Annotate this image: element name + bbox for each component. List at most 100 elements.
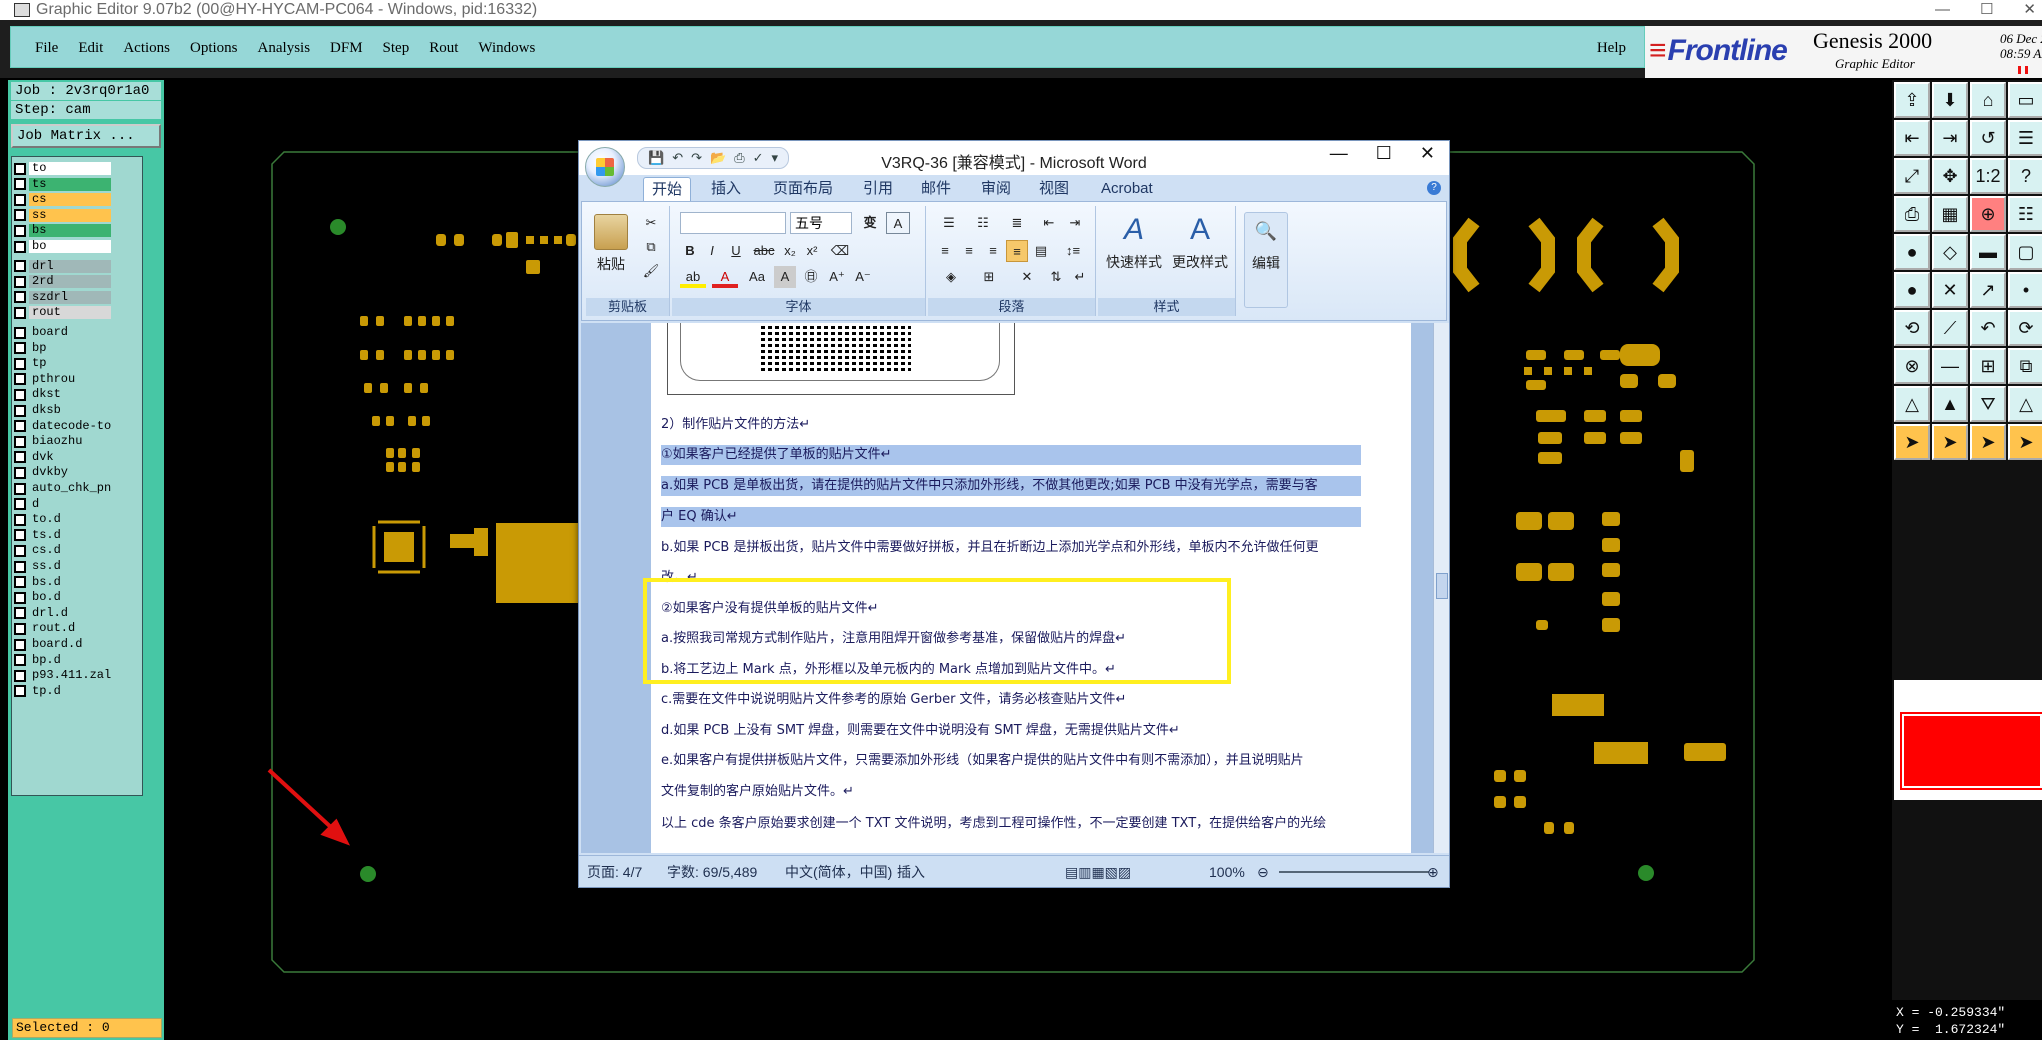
format-painter-icon[interactable]: 🖌: [640, 260, 662, 282]
route-icon[interactable]: ↗: [1970, 272, 2006, 308]
layer-name[interactable]: cs.d: [29, 544, 111, 558]
grow-font-icon[interactable]: A⁺: [826, 266, 848, 288]
doc-line[interactable]: e.如果客户有提供拼板贴片文件，只需要添加外形线（如果客户提供的贴片文件中有则不…: [661, 751, 1361, 771]
layer-checkbox[interactable]: [14, 357, 26, 370]
menu-step[interactable]: Step: [373, 27, 420, 69]
distribute-icon[interactable]: ▤: [1030, 240, 1052, 262]
layer-checkbox[interactable]: [14, 591, 26, 604]
layer-row[interactable]: bs.d: [14, 575, 140, 590]
zoom-icon[interactable]: ⤢: [1894, 158, 1930, 194]
align-center-icon[interactable]: ≡: [958, 240, 980, 262]
cut-icon[interactable]: ✂: [640, 212, 662, 234]
layer-row[interactable]: drl: [14, 259, 140, 274]
save-icon[interactable]: ⬇: [1932, 82, 1968, 118]
home-icon[interactable]: ⌂: [1970, 82, 2006, 118]
layer-row[interactable]: auto_chk_pn: [14, 481, 140, 496]
shading-icon[interactable]: ◈: [934, 266, 968, 288]
layer-checkbox[interactable]: [14, 466, 26, 479]
office-button[interactable]: [585, 147, 625, 187]
layer-checkbox[interactable]: [14, 373, 26, 386]
edge-icon[interactable]: ⟋: [1932, 310, 1968, 346]
doc-line[interactable]: b.如果 PCB 是拼板出货，贴片文件中需要做好拼板，并且在折断边上添加光学点和…: [661, 538, 1361, 558]
layer-checkbox[interactable]: [14, 193, 26, 206]
node-icon[interactable]: •: [2008, 272, 2042, 308]
help-icon[interactable]: ?: [2008, 158, 2042, 194]
minimize-button[interactable]: —: [1935, 0, 1950, 20]
language-status[interactable]: 中文(简体，中国): [785, 856, 892, 888]
redraw-icon[interactable]: ⟳: [2008, 310, 2042, 346]
menu-edit[interactable]: Edit: [68, 27, 113, 69]
layer-checkbox[interactable]: [14, 451, 26, 464]
underline-icon[interactable]: U: [724, 240, 748, 262]
layer-row[interactable]: dkst: [14, 387, 140, 402]
doc-line[interactable]: 文件复制的客户原始贴片文件。↵: [661, 782, 1361, 802]
font-size-box[interactable]: 五号: [790, 212, 852, 234]
layer-name[interactable]: rout: [29, 306, 111, 320]
show-marks-icon[interactable]: ↵: [1070, 266, 1090, 288]
layer-checkbox[interactable]: [14, 162, 26, 175]
layer-row[interactable]: ss.d: [14, 559, 140, 574]
box-icon[interactable]: ▢: [2008, 234, 2042, 270]
superscript-icon[interactable]: x²: [802, 240, 822, 262]
circle-icon[interactable]: ●: [1894, 234, 1930, 270]
layer-checkbox[interactable]: [14, 576, 26, 589]
layer-name[interactable]: bo: [29, 240, 111, 253]
layer-row[interactable]: d: [14, 497, 140, 512]
layer-row[interactable]: board: [14, 325, 140, 340]
tab-home[interactable]: 开始: [643, 177, 692, 201]
frame-icon[interactable]: ⊞: [1970, 348, 2006, 384]
layer-name[interactable]: to.d: [29, 513, 111, 527]
layer-checkbox[interactable]: [14, 326, 26, 339]
next-icon[interactable]: ⇥: [1932, 120, 1968, 156]
layer-row[interactable]: ss: [14, 208, 140, 223]
layer-name[interactable]: d: [29, 497, 111, 511]
layer-row[interactable]: ts.d: [14, 528, 140, 543]
multilevel-icon[interactable]: ≣: [1002, 212, 1032, 234]
tab-insert[interactable]: 插入: [703, 177, 749, 201]
menu-help[interactable]: Help: [1597, 27, 1626, 69]
justify-icon[interactable]: ≡: [1006, 240, 1028, 262]
layer-name[interactable]: ss: [29, 208, 111, 222]
font-color-icon[interactable]: A: [712, 266, 738, 288]
cross-icon[interactable]: ✕: [1932, 272, 1968, 308]
pad-icon[interactable]: ●: [1894, 272, 1930, 308]
ratio-icon[interactable]: 1:2: [1970, 158, 2006, 194]
increase-indent-icon[interactable]: ⇥: [1064, 212, 1086, 234]
layer-row[interactable]: p93.411.zal: [14, 668, 140, 683]
layer-name[interactable]: biaozhu: [29, 435, 111, 449]
layer-row[interactable]: cs.d: [14, 543, 140, 558]
layer-name[interactable]: auto_chk_pn: [29, 482, 111, 495]
subscript-icon[interactable]: x₂: [780, 240, 800, 262]
layer-name[interactable]: bs.d: [29, 575, 111, 589]
arc-icon[interactable]: ⟲: [1894, 310, 1930, 346]
shape-icon[interactable]: ◇: [1932, 234, 1968, 270]
layer-name[interactable]: bs: [29, 224, 111, 238]
layer-name[interactable]: ts: [29, 177, 111, 191]
menu-dfm[interactable]: DFM: [320, 27, 373, 69]
italic-icon[interactable]: I: [702, 240, 722, 262]
job-matrix-button[interactable]: Job Matrix ...: [11, 124, 161, 148]
cursor3-icon[interactable]: ➤: [1970, 424, 2006, 460]
align-left-icon[interactable]: ≡: [934, 240, 956, 262]
layer-name[interactable]: board: [29, 326, 111, 339]
layer-row[interactable]: tp: [14, 356, 140, 371]
highlight-icon[interactable]: ab: [680, 266, 706, 288]
word-count[interactable]: 字数: 69/5,489: [667, 856, 757, 888]
layer-row[interactable]: 2rd: [14, 274, 140, 289]
layer-name[interactable]: dvkby: [29, 466, 111, 480]
layer-name[interactable]: to: [29, 162, 111, 175]
menu-windows[interactable]: Windows: [468, 27, 545, 69]
pan-icon[interactable]: ✥: [1932, 158, 1968, 194]
layer-row[interactable]: ts: [14, 177, 140, 192]
layer-row[interactable]: cs: [14, 192, 140, 207]
chinese-layout-icon[interactable]: ✕: [1012, 266, 1042, 288]
page-count[interactable]: 页面: 4/7: [587, 856, 642, 888]
layer-name[interactable]: 2rd: [29, 275, 111, 289]
layer-checkbox[interactable]: [14, 669, 26, 682]
layer-name[interactable]: p93.411.zal: [29, 669, 111, 683]
layer-row[interactable]: dvkby: [14, 465, 140, 480]
tab-view[interactable]: 视图: [1031, 177, 1077, 201]
menu-analysis[interactable]: Analysis: [248, 27, 321, 69]
close-button[interactable]: ✕: [2023, 0, 2036, 20]
layer-checkbox[interactable]: [14, 654, 26, 667]
